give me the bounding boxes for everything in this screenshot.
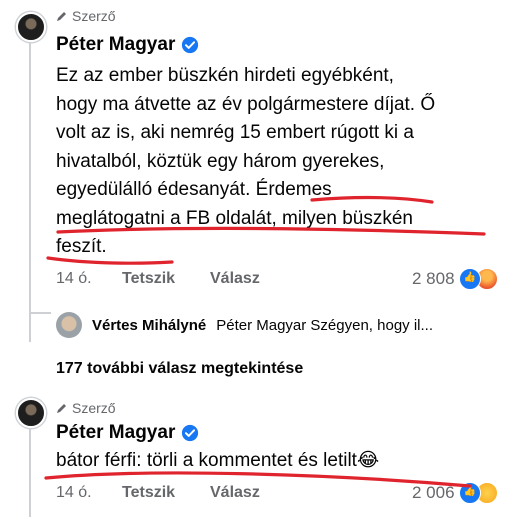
author-name-row: Péter Magyar: [56, 422, 199, 444]
author-avatar[interactable]: [16, 12, 46, 42]
pencil-icon: [57, 12, 66, 21]
reply-author: Vértes Mihályné: [92, 316, 207, 334]
author-name-row: Péter Magyar: [56, 34, 199, 56]
thread-line: [29, 42, 31, 342]
author-badge: Szerző: [56, 400, 116, 416]
comment-timestamp[interactable]: 14 ó.: [56, 484, 122, 502]
reply-preview[interactable]: Vértes Mihályné Péter Magyar Szégyen, ho…: [56, 312, 433, 338]
verified-badge-icon: [182, 36, 199, 54]
like-reaction-icon: [458, 268, 481, 290]
comment-line: hivatalból, köztük egy három gyerekes,: [56, 150, 385, 172]
author-badge: Szerző: [56, 8, 116, 24]
comment-line: bátor férfi: törli a kommentet és letilt…: [56, 450, 380, 471]
author-name[interactable]: Péter Magyar: [56, 422, 175, 444]
thread-line-2: [29, 428, 31, 517]
reply-button[interactable]: Válasz: [210, 484, 260, 502]
reaction-count: 2 808: [412, 269, 455, 288]
comment-line: feszít.: [56, 236, 107, 257]
comment-line: hogy ma átvette az év polgármestere díja…: [56, 93, 436, 115]
view-more-replies-link[interactable]: 177 további válasz megtekintése: [56, 360, 303, 378]
like-button[interactable]: Tetszik: [122, 484, 210, 502]
comment-line: volt az is, aki nemrég 15 embert rúgott …: [56, 122, 414, 143]
reply-avatar: [56, 312, 82, 338]
like-reaction-icon: [458, 482, 481, 504]
thread-branch: [29, 312, 51, 314]
verified-badge-icon: [182, 424, 199, 442]
reaction-count: 2 006: [412, 483, 455, 502]
reply-button[interactable]: Válasz: [210, 270, 260, 288]
comment-text: Ez az ember büszkén hirdeti egyébként, h…: [56, 62, 496, 262]
comment-timestamp[interactable]: 14 ó.: [56, 270, 122, 288]
author-badge-label: Szerző: [72, 400, 116, 416]
comment-line: meglátogatni a FB oldalát, milyen büszké…: [56, 207, 413, 229]
comment-text: bátor férfi: törli a kommentet és letilt…: [56, 447, 496, 476]
comment-line: egyedülálló édesanyát. Érdemes: [56, 179, 332, 200]
pencil-icon: [57, 404, 66, 413]
author-badge-label: Szerző: [72, 8, 116, 24]
like-button[interactable]: Tetszik: [122, 270, 210, 288]
author-avatar[interactable]: [16, 398, 46, 428]
comment-actions: 14 ó. Tetszik Válasz: [56, 484, 260, 502]
comment-line: Ez az ember büszkén hirdeti egyébként,: [56, 65, 394, 86]
reply-snippet: Péter Magyar Szégyen, hogy il...: [216, 316, 433, 334]
author-name[interactable]: Péter Magyar: [56, 34, 175, 56]
comment-actions: 14 ó. Tetszik Válasz: [56, 270, 260, 288]
reaction-summary[interactable]: 2 808: [412, 268, 498, 290]
reaction-summary[interactable]: 2 006: [412, 482, 498, 504]
